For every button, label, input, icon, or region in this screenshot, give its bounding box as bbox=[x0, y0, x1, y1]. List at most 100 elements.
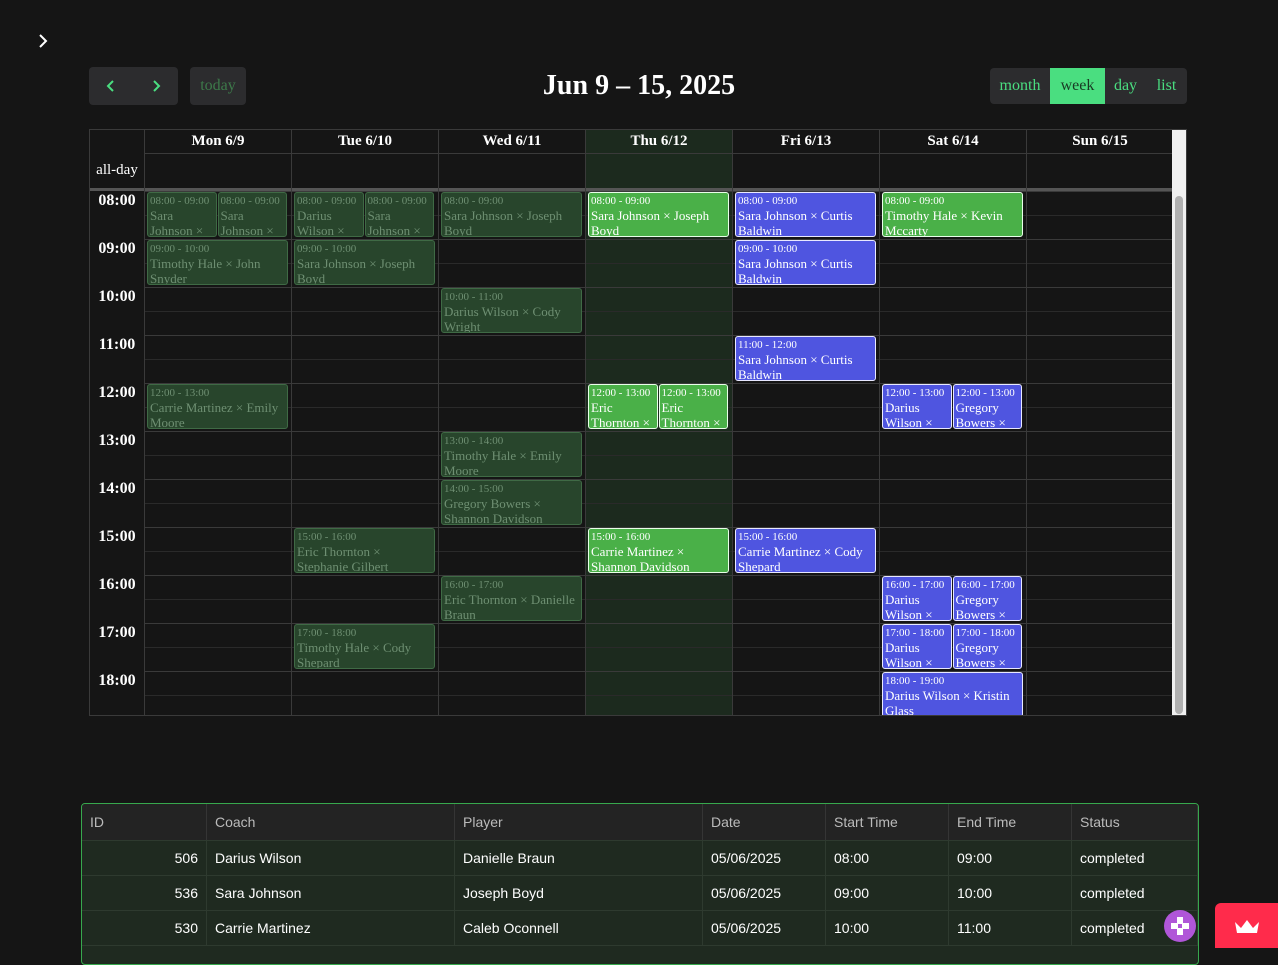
view-week-button[interactable]: week bbox=[1050, 68, 1105, 104]
calendar-event[interactable]: 17:00 - 18:00Darius Wilson × Kristin Gla… bbox=[882, 624, 952, 669]
calendar-event[interactable]: 16:00 - 17:00Darius Wilson × Kristin Gla… bbox=[882, 576, 952, 621]
calendar-event[interactable]: 14:00 - 15:00 Gregory Bowers × Shannon Da… bbox=[441, 480, 582, 525]
crown-icon bbox=[1234, 919, 1259, 933]
event-title: Carrie Martinez × Shannon Davidson bbox=[591, 544, 690, 573]
prev-week-button[interactable] bbox=[89, 67, 134, 105]
table-row[interactable]: 536 Sara Johnson Joseph Boyd 05/06/2025 09:0… bbox=[82, 876, 1198, 911]
event-title: Darius Wilson × Cody Wright bbox=[444, 304, 561, 333]
view-day-button[interactable]: day bbox=[1105, 68, 1146, 104]
event-title: Sara Johnson × Darius Wilson bbox=[150, 208, 204, 237]
calendar-event[interactable]: 12:00 - 13:00 Carrie Martinez × Emily Moo… bbox=[147, 384, 288, 429]
event-time: 15:00 - 16:00 bbox=[591, 531, 651, 543]
chevron-left-icon bbox=[106, 80, 114, 92]
event-title: Darius Wilson × Kristin Glass bbox=[885, 400, 933, 429]
event-title: Eric Thornton × Danielle Braun bbox=[444, 592, 575, 621]
event-time: 14:00 - 15:00 bbox=[444, 483, 504, 495]
calendar-event[interactable]: 15:00 - 16:00 Carrie Martinez × Shannon D… bbox=[588, 528, 729, 573]
sidebar-expand-button[interactable] bbox=[33, 30, 53, 52]
event-title: Gregory Bowers × Caleb Oconnell bbox=[955, 640, 1006, 669]
allday-cell[interactable] bbox=[585, 153, 732, 188]
event-title: Gregory Bowers × Caleb Oconnell bbox=[955, 592, 1006, 621]
calendar-event[interactable]: 16:00 - 17:00Gregory Bowers × Caleb Ocon… bbox=[952, 576, 1022, 621]
table-column-header[interactable]: Player bbox=[455, 804, 703, 840]
table-cell: 530 bbox=[82, 911, 207, 945]
calendar-event[interactable]: 12:00 - 13:00Eric Thornton × Stephanie G… bbox=[588, 384, 658, 429]
day-column-divider bbox=[144, 130, 145, 715]
event-time: 13:00 - 14:00 bbox=[444, 435, 504, 447]
event-time: 17:00 - 18:00 bbox=[955, 627, 1015, 639]
calendar-event[interactable]: 08:00 - 09:00Sara Johnson × Darius Wilso… bbox=[147, 192, 217, 237]
avatar-icon bbox=[1171, 917, 1189, 935]
calendar-event[interactable]: 08:00 - 09:00Sara Johnson × Joseph Boyd bbox=[364, 192, 434, 237]
view-list-button[interactable]: list bbox=[1146, 68, 1187, 104]
table-cell: 506 bbox=[82, 841, 207, 875]
event-time: 08:00 - 09:00 bbox=[738, 195, 798, 207]
calendar-event[interactable]: 15:00 - 16:00 Eric Thornton × Stephanie G… bbox=[294, 528, 435, 573]
table-row[interactable]: 530 Carrie Martinez Caleb Oconnell 05/06/20… bbox=[82, 911, 1198, 946]
hour-label: 10:00 bbox=[98, 288, 136, 305]
event-title: Gregory Bowers × Caleb Oconnell bbox=[955, 400, 1006, 429]
day-header: Tue 6/10 bbox=[291, 130, 438, 153]
today-button[interactable]: today bbox=[190, 67, 246, 105]
allday-cell[interactable] bbox=[879, 153, 1026, 188]
table-cell: Carrie Martinez bbox=[207, 911, 455, 945]
calendar-event[interactable]: 08:00 - 09:00 Timothy Hale × Kevin Mccart… bbox=[882, 192, 1023, 237]
calendar-event[interactable]: 16:00 - 17:00 Eric Thornton × Danielle Br… bbox=[441, 576, 582, 621]
hour-gridline bbox=[144, 431, 1172, 432]
table-column-header[interactable]: End Time bbox=[949, 804, 1072, 840]
calendar-event[interactable]: 08:00 - 09:00 Sara Johnson × Curtis Baldw… bbox=[735, 192, 876, 237]
half-hour-gridline bbox=[144, 359, 1172, 360]
event-title: Darius Wilson × Kristin Glass bbox=[297, 208, 345, 237]
calendar-event[interactable]: 13:00 - 14:00 Timothy Hale × Emily Moore bbox=[441, 432, 582, 477]
calendar-event[interactable]: 17:00 - 18:00Gregory Bowers × Caleb Ocon… bbox=[952, 624, 1022, 669]
allday-cell[interactable] bbox=[438, 153, 585, 188]
hour-label: 18:00 bbox=[98, 672, 136, 689]
event-time: 09:00 - 10:00 bbox=[297, 243, 357, 255]
table-column-header[interactable]: Status bbox=[1072, 804, 1198, 840]
table-column-header[interactable]: Start Time bbox=[826, 804, 949, 840]
event-time: 15:00 - 16:00 bbox=[297, 531, 357, 543]
event-time: 15:00 - 16:00 bbox=[738, 531, 798, 543]
calendar-event[interactable]: 08:00 - 09:00Sara Johnson × Joseph Boyd bbox=[588, 192, 729, 237]
table-cell: 11:00 bbox=[949, 911, 1072, 945]
calendar-event[interactable]: 09:00 - 10:00 Timothy Hale × John Snyder bbox=[147, 240, 288, 285]
allday-cell[interactable] bbox=[291, 153, 438, 188]
calendar-event[interactable]: 09:00 - 10:00 Sara Johnson × Joseph Boyd bbox=[294, 240, 435, 285]
calendar-event[interactable]: 09:00 - 10:00 Sara Johnson × Curtis Baldw… bbox=[735, 240, 876, 285]
allday-cell[interactable] bbox=[1026, 153, 1173, 188]
table-cell: 536 bbox=[82, 876, 207, 910]
calendar-event[interactable]: 08:00 - 09:00Darius Wilson × Kristin Gla… bbox=[294, 192, 364, 237]
allday-cell[interactable] bbox=[144, 153, 291, 188]
avatar-button[interactable] bbox=[1164, 910, 1196, 942]
brand-badge[interactable] bbox=[1215, 903, 1278, 948]
calendar-event[interactable]: 18:00 - 19:00 Darius Wilson × Kristin Gla… bbox=[882, 672, 1023, 715]
calendar-event[interactable]: 08:00 - 09:00Sara Johnson × Kevin Mccart… bbox=[217, 192, 287, 237]
allday-cell[interactable] bbox=[732, 153, 879, 188]
calendar-event[interactable]: 15:00 - 16:00 Carrie Martinez × Cody Shep… bbox=[735, 528, 876, 573]
calendar-event[interactable]: 10:00 - 11:00 Darius Wilson × Cody Wright bbox=[441, 288, 582, 333]
table-cell: completed bbox=[1072, 841, 1198, 875]
event-title: Timothy Hale × Kevin Mccarty bbox=[885, 208, 1003, 237]
calendar-event[interactable]: 12:00 - 13:00Darius Wilson × Kristin Gla… bbox=[882, 384, 952, 429]
event-title: Darius Wilson × Kristin Glass bbox=[885, 640, 933, 669]
table-column-header[interactable]: Coach bbox=[207, 804, 455, 840]
chevron-right-icon bbox=[39, 34, 48, 48]
view-month-button[interactable]: month bbox=[990, 68, 1050, 104]
event-title: Sara Johnson × Curtis Baldwin bbox=[738, 208, 853, 237]
calendar-event[interactable]: 17:00 - 18:00 Timothy Hale × Cody Shepard bbox=[294, 624, 435, 669]
table-column-header[interactable]: Date bbox=[703, 804, 826, 840]
calendar-scroll-thumb[interactable] bbox=[1175, 196, 1183, 714]
table-column-header[interactable]: ID bbox=[82, 804, 207, 840]
event-time: 11:00 - 12:00 bbox=[738, 339, 797, 351]
day-header: Sun 6/15 bbox=[1026, 130, 1173, 153]
hour-label: 09:00 bbox=[98, 240, 136, 257]
calendar-event[interactable]: 11:00 - 12:00 Sara Johnson × Curtis Baldw… bbox=[735, 336, 876, 381]
next-week-button[interactable] bbox=[134, 67, 179, 105]
hour-label: 11:00 bbox=[98, 336, 136, 353]
calendar-event[interactable]: 12:00 - 13:00Gregory Bowers × Caleb Ocon… bbox=[952, 384, 1022, 429]
calendar-event[interactable]: 08:00 - 09:00Sara Johnson × Joseph Boyd bbox=[441, 192, 582, 237]
hour-gridline bbox=[144, 335, 1172, 336]
calendar-event[interactable]: 12:00 - 13:00Eric Thornton × Danielle Br… bbox=[658, 384, 728, 429]
table-cell: 10:00 bbox=[826, 911, 949, 945]
table-row[interactable]: 506 Darius Wilson Danielle Braun 05/06/2025… bbox=[82, 841, 1198, 876]
